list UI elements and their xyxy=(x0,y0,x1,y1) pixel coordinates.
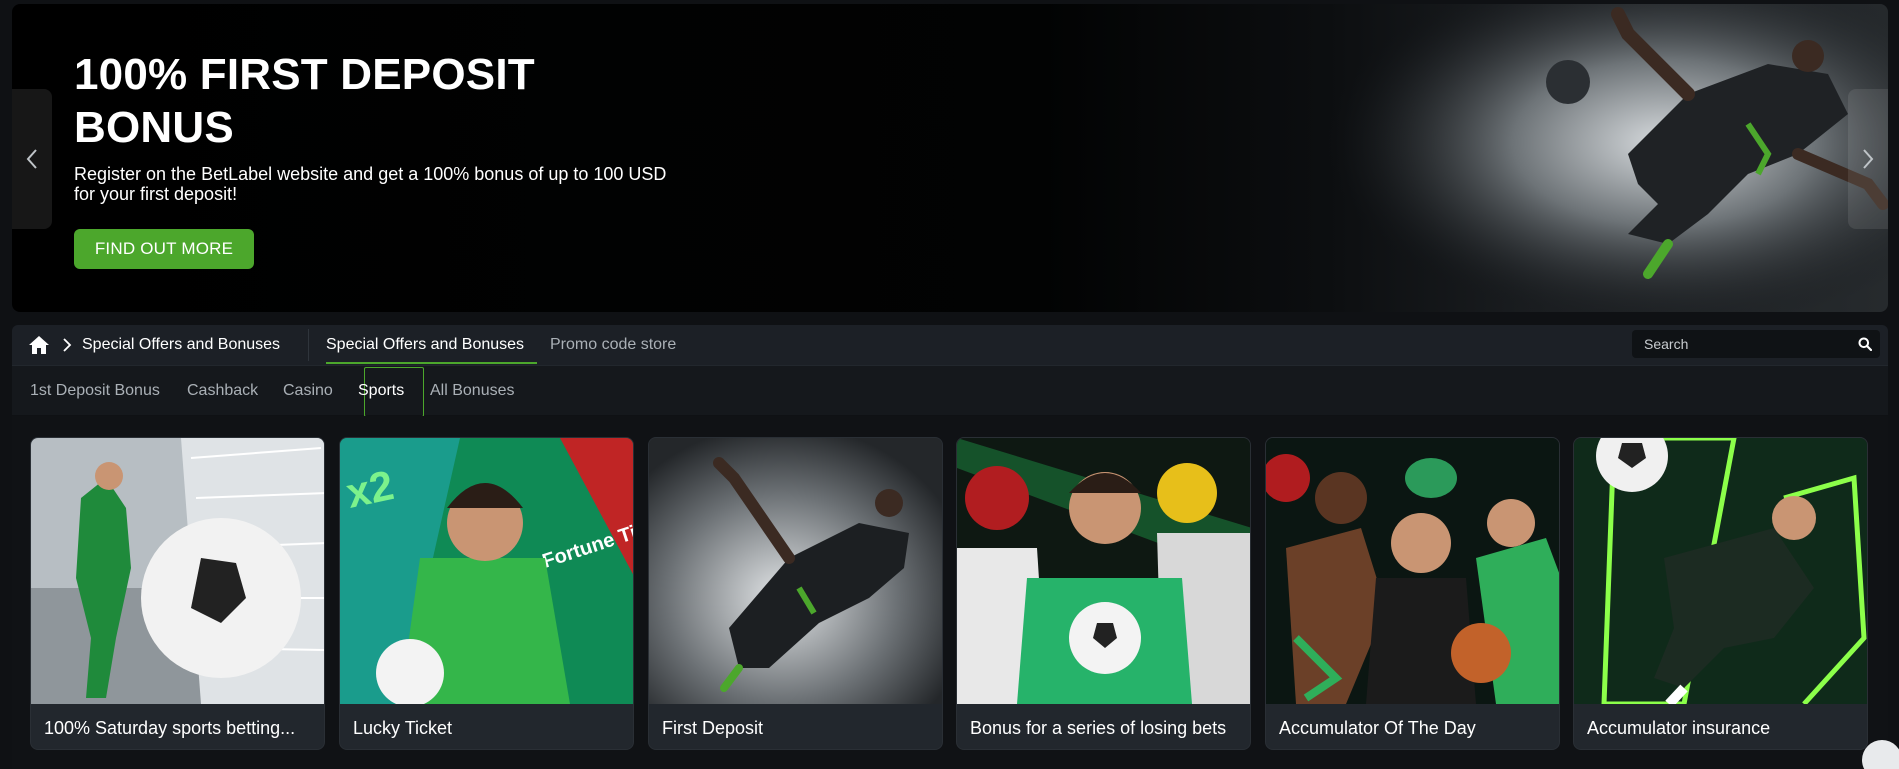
banner-title: 100% FIRST DEPOSIT BONUS xyxy=(74,50,535,152)
search-icon[interactable] xyxy=(1858,337,1872,351)
bonus-card[interactable]: x2 Fortune Ticket Lucky Ticket xyxy=(339,437,634,750)
chevron-right-icon xyxy=(63,338,72,352)
filter-casino[interactable]: Casino xyxy=(283,382,333,400)
card-title: First Deposit xyxy=(662,718,764,738)
x2-label: x2 xyxy=(342,461,397,517)
chevron-right-icon xyxy=(1863,149,1874,169)
bonus-card[interactable]: Accumulator Of The Day xyxy=(1265,437,1560,750)
filter-1st-deposit-bonus[interactable]: 1st Deposit Bonus xyxy=(30,382,160,400)
bonus-card[interactable]: 100% Saturday sports betting... xyxy=(30,437,325,750)
search-box xyxy=(1632,330,1880,358)
banner-next-button[interactable] xyxy=(1848,89,1888,229)
banner-footballer-image xyxy=(1328,4,1888,312)
banner-description: Register on the BetLabel website and get… xyxy=(74,164,667,204)
card-image-accumulator-insurance xyxy=(1574,438,1867,704)
home-icon[interactable] xyxy=(28,335,50,355)
bonus-card[interactable]: Accumulator insurance xyxy=(1573,437,1868,750)
card-title: Bonus for a series of losing bets xyxy=(970,718,1227,738)
tab-promo-code-store[interactable]: Promo code store xyxy=(550,336,676,354)
tab-special-offers[interactable]: Special Offers and Bonuses xyxy=(326,336,524,354)
card-title: Accumulator insurance xyxy=(1587,718,1771,738)
bonus-filter-bar: 1st Deposit Bonus Cashback Casino Sports… xyxy=(12,365,1888,417)
card-image-losing-bets xyxy=(957,438,1250,704)
banner-prev-button[interactable] xyxy=(12,89,52,229)
search-input[interactable] xyxy=(1632,330,1842,358)
card-image-saturday-sports xyxy=(31,438,324,704)
promo-banner: 100% FIRST DEPOSIT BONUS Register on the… xyxy=(12,4,1888,312)
bonus-card[interactable]: First Deposit xyxy=(648,437,943,750)
chat-widget-button[interactable] xyxy=(1862,740,1899,769)
nav-divider xyxy=(308,329,309,361)
active-tab-indicator xyxy=(326,362,537,364)
filter-cashback[interactable]: Cashback xyxy=(187,382,258,400)
card-title: 100% Saturday sports betting... xyxy=(44,718,296,738)
filter-sports[interactable]: Sports xyxy=(358,382,404,400)
chevron-left-icon xyxy=(26,149,37,169)
filter-all-bonuses[interactable]: All Bonuses xyxy=(430,382,515,400)
section-nav-bar: Special Offers and Bonuses Special Offer… xyxy=(12,325,1888,365)
breadcrumb-current[interactable]: Special Offers and Bonuses xyxy=(82,336,280,354)
card-title: Lucky Ticket xyxy=(353,718,453,738)
card-image-first-deposit xyxy=(649,438,942,704)
card-image-lucky-ticket: x2 Fortune Ticket xyxy=(340,438,633,704)
find-out-more-button[interactable]: FIND OUT MORE xyxy=(74,229,254,269)
card-title: Accumulator Of The Day xyxy=(1279,718,1476,738)
bonus-card[interactable]: Bonus for a series of losing bets xyxy=(956,437,1251,750)
card-image-accumulator-day xyxy=(1266,438,1559,704)
